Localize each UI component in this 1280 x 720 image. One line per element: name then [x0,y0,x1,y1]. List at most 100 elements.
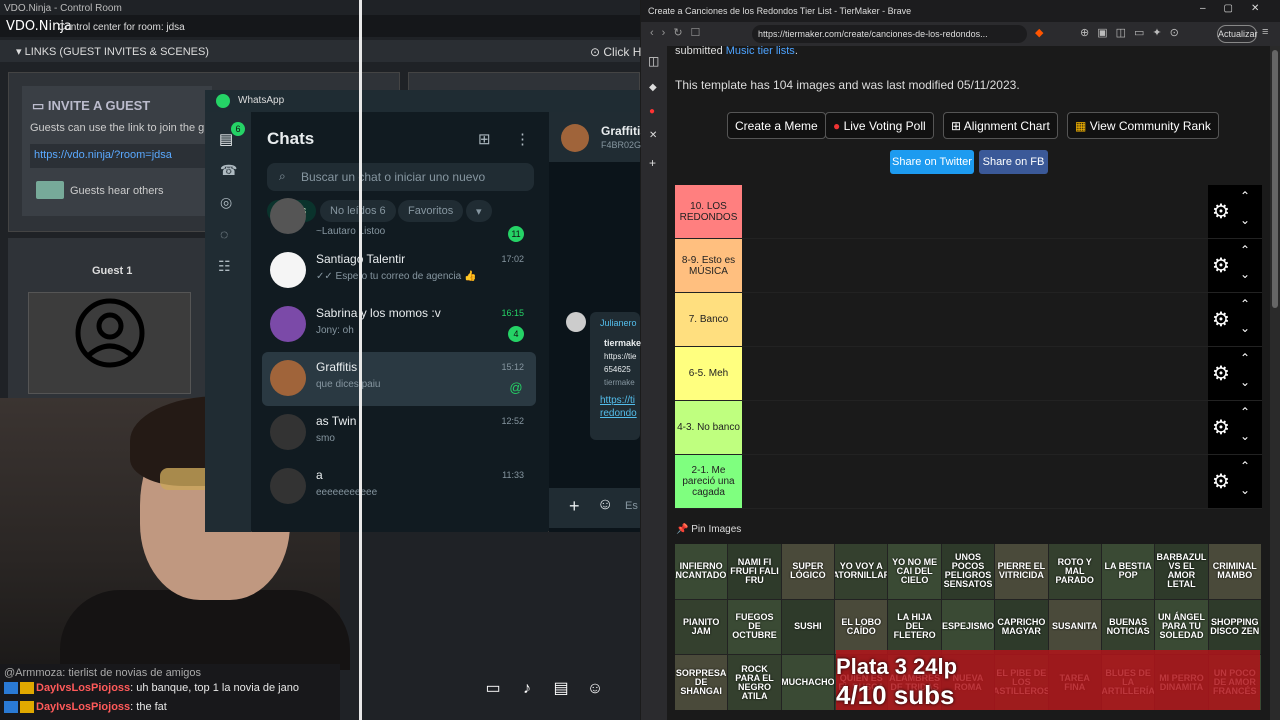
links-header[interactable]: ▾ LINKS (GUEST INVITES & SCENES) [16,45,209,58]
attach-icon[interactable]: + [569,496,580,517]
chat-row[interactable]: a eeeeeeeeeee 11:33 [262,460,536,514]
gear-icon[interactable]: ⚙ [1212,199,1230,224]
sidebar-youtube-icon[interactable]: ● [649,106,655,117]
brave-shield-icon[interactable]: ◆ [1035,26,1049,39]
song-image[interactable]: BUENAS NOTICIAS [1101,599,1155,655]
tier-dropzone[interactable] [742,239,1208,292]
page-scrollbar[interactable] [1270,46,1280,720]
gear-icon[interactable]: ⚙ [1212,307,1230,332]
song-image[interactable]: SHOPPING DISCO ZEN [1208,599,1261,655]
chevron-up-icon[interactable]: ⌃ [1240,405,1250,419]
song-image[interactable]: BARBAZUL VS EL AMOR LETAL [1155,544,1208,599]
song-image[interactable]: SUSHI [781,599,835,655]
sticker-icon[interactable]: ☺ [597,496,613,514]
song-image[interactable]: NAMI FI FRUFI FALI FRU [728,544,781,599]
song-image[interactable]: SUPER LÓGICO [781,544,835,599]
song-image[interactable]: EL LOBO CAÍDO [835,599,888,655]
song-image[interactable]: FUEGOS DE OCTUBRE [728,599,781,655]
click-here-link[interactable]: ⊙ Click He [590,45,648,59]
chevron-down-icon[interactable]: ⌄ [1240,321,1250,335]
phone-icon[interactable]: ☎ [220,162,237,179]
chevron-down-icon[interactable]: ⌄ [1240,267,1250,281]
song-image[interactable]: CRIMINAL MAMBO [1208,544,1261,599]
guests-hear-toggle[interactable] [36,181,64,199]
channels-icon[interactable]: ◌ [220,226,228,242]
window-controls[interactable]: –▢✕ [1200,3,1277,14]
live-voting-poll-button[interactable]: ● Live Voting Poll [825,112,934,139]
song-image[interactable]: ROTO Y MAL PARADO [1048,544,1101,599]
chat-row[interactable]: ~Lautaro Listoo 11 [262,198,536,242]
extension-icons[interactable]: ⊕▣◫▭✦⊙ [1080,26,1187,39]
gear-icon[interactable]: ⚙ [1212,415,1230,440]
chevron-down-icon[interactable]: ⌄ [1240,483,1250,497]
bubble-link[interactable]: https://ti [590,387,640,406]
chat-icon[interactable]: ▭ [480,678,506,700]
new-chat-icon[interactable]: ⊞ [478,130,491,148]
sidebar-add-icon[interactable]: + [649,156,656,170]
chats-icon[interactable]: ▤ [219,130,233,148]
song-image[interactable]: INFIERNO ENCANTADOR [675,544,728,599]
search-input[interactable]: Buscar un chat o iniciar uno nuevo [267,163,534,191]
chat-row[interactable]: Sabrina y los momos :v Jony: oh 16:15 4 [262,298,536,352]
alignment-chart-button[interactable]: ⊞ Alignment Chart [943,112,1058,139]
tier-label[interactable]: 7. Banco [675,293,742,346]
sidebar-panel-icon[interactable]: ◫ [648,54,659,68]
tier-dropzone[interactable] [742,347,1208,400]
update-button[interactable]: Actualizar [1217,25,1258,43]
tier-label[interactable]: 4-3. No banco [675,401,742,454]
bubble-link[interactable]: redondo [590,406,640,419]
song-image[interactable]: SUSANITA [1048,599,1101,655]
chevron-down-icon[interactable]: ⌄ [1240,375,1250,389]
tier-dropzone[interactable] [742,185,1208,238]
chevron-up-icon[interactable]: ⌃ [1240,459,1250,473]
chevron-up-icon[interactable]: ⌃ [1240,351,1250,365]
song-image[interactable]: ESPEJISMO [941,599,995,655]
sidebar-wallet-icon[interactable]: ◆ [649,82,657,93]
message-input[interactable]: Es [625,500,638,512]
song-image[interactable]: LA HIJA DEL FLETERO [888,599,941,655]
song-image[interactable]: LA BESTIA POP [1101,544,1155,599]
tier-label[interactable]: 6-5. Meh [675,347,742,400]
chat-row[interactable]: Graffitis que dices paiu 15:12 @ [262,352,536,406]
share-twitter-button[interactable]: Share on Twitter [890,150,974,174]
chevron-up-icon[interactable]: ⌃ [1240,297,1250,311]
song-image[interactable]: SORPRESA DE SHANGAI [675,655,728,710]
music-tier-lists-link[interactable]: Music tier lists [726,45,795,57]
tier-dropzone[interactable] [742,293,1208,346]
sidebar-close-icon[interactable]: ✕ [649,130,657,141]
song-image[interactable]: CAPRICHO MAGYAR [995,599,1048,655]
tier-label[interactable]: 8-9. Esto es MÚSICA [675,239,742,292]
chevron-down-icon[interactable]: ⌄ [1240,429,1250,443]
song-image[interactable]: MUCHACHO [781,655,835,710]
speaker-icon[interactable]: ♪ [514,680,540,702]
chevron-up-icon[interactable]: ⌃ [1240,189,1250,203]
communities-icon[interactable]: ☷ [218,258,231,275]
chevron-down-icon[interactable]: ⌄ [1240,213,1250,227]
song-image[interactable]: PIERRE EL VITRICIDA [995,544,1048,599]
gear-icon[interactable]: ⚙ [1212,253,1230,278]
tier-label[interactable]: 10. LOS REDONDOS [675,185,742,238]
chat-row[interactable]: as Twin smo 12:52 [262,406,536,460]
pin-images-label[interactable]: 📌 Pin Images [676,524,741,535]
avatar[interactable] [561,124,589,152]
users-icon[interactable]: ☺ [582,680,608,702]
url-bar[interactable]: https://tiermaker.com/create/canciones-d… [752,25,1027,43]
song-image[interactable]: ROCK PARA EL NEGRO ATILA [728,655,781,710]
nav-buttons[interactable]: ‹›↻☐ [650,26,708,39]
song-image[interactable]: UNOS POCOS PELIGROS SENSATOS [941,544,995,599]
song-image[interactable]: YO VOY A ATORNILLAR [835,544,888,599]
menu-icon[interactable]: ⋮ [515,130,530,148]
menu-icon[interactable]: ≡ [1262,26,1268,38]
tier-dropzone[interactable] [742,401,1208,454]
chevron-up-icon[interactable]: ⌃ [1240,243,1250,257]
song-image[interactable]: YO NO ME CAI DEL CIELO [888,544,941,599]
chat-row[interactable]: Santiago Talentir ✓✓ Espero tu correo de … [262,244,536,298]
song-image[interactable]: UN ÁNGEL PARA TU SOLEDAD [1155,599,1208,655]
create-meme-button[interactable]: Create a Meme [727,112,826,139]
tier-dropzone[interactable] [742,455,1208,508]
split-divider[interactable] [359,0,362,720]
community-rank-button[interactable]: ▦ View Community Rank [1067,112,1219,139]
gear-icon[interactable]: ⚙ [1212,469,1230,494]
share-fb-button[interactable]: Share on FB [979,150,1048,174]
song-image[interactable]: PIANITO JAM [675,599,728,655]
